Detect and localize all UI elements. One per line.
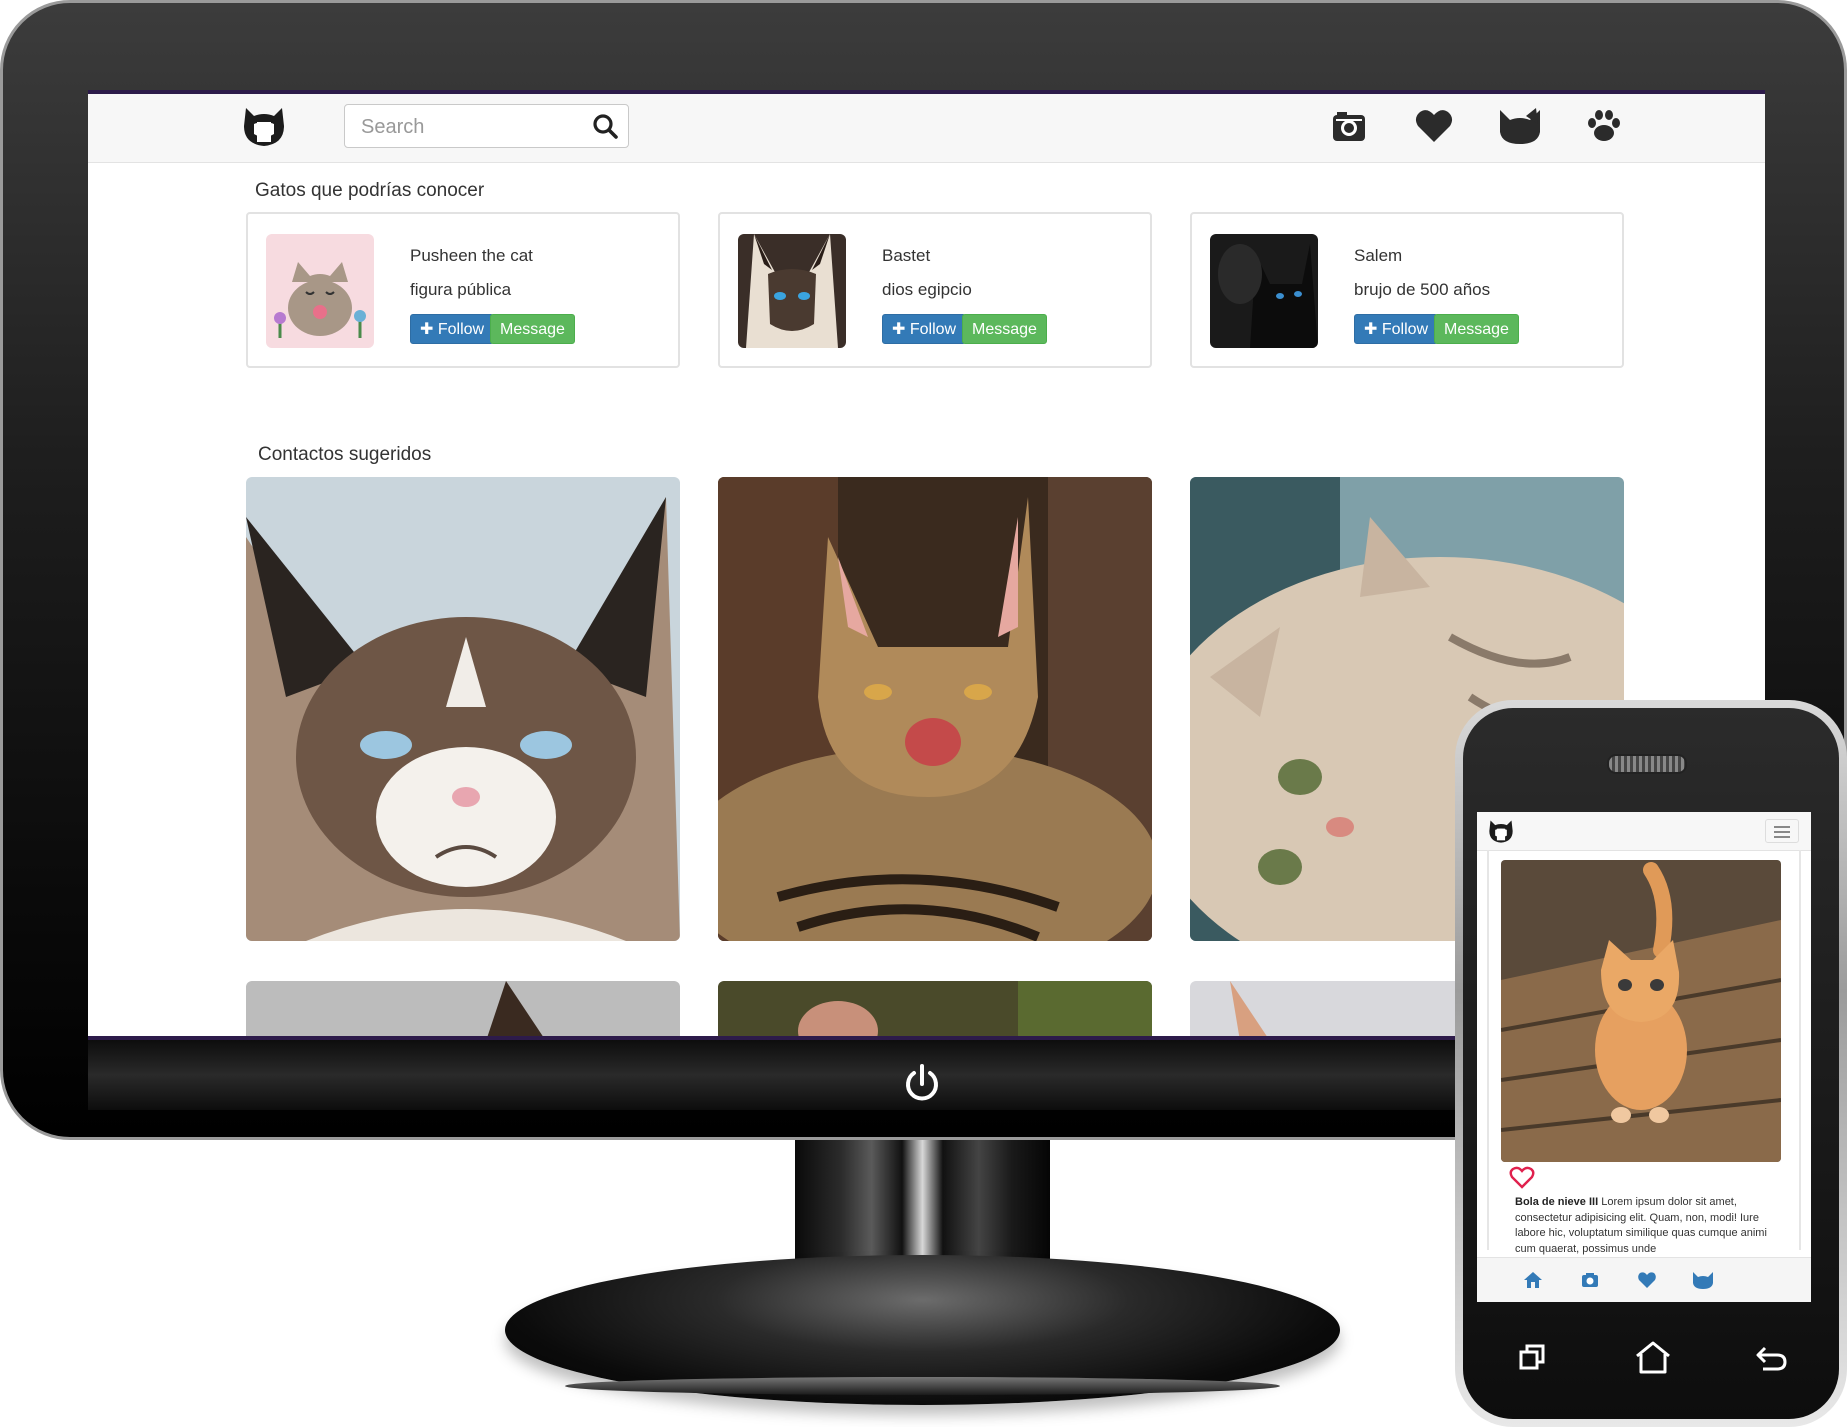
back-icon[interactable] bbox=[1753, 1340, 1789, 1376]
recent-apps-icon[interactable] bbox=[1515, 1340, 1551, 1376]
message-button[interactable]: Message bbox=[1434, 314, 1519, 344]
follow-button[interactable]: ✚ Follow bbox=[410, 314, 495, 344]
suggested-cats-title: Gatos que podrías conocer bbox=[255, 180, 485, 201]
card-name: Salem bbox=[1354, 246, 1403, 265]
card-description: figura pública bbox=[410, 280, 512, 299]
black-cat-image bbox=[1210, 234, 1318, 348]
message-button[interactable]: Message bbox=[962, 314, 1047, 344]
orange-kitten-image bbox=[1501, 860, 1781, 1162]
cat-card-bastet: Bastet dios egipcio ✚ Follow Message bbox=[718, 212, 1152, 368]
pusheen-image bbox=[266, 234, 374, 348]
search-input[interactable] bbox=[359, 105, 583, 149]
tabby-kitten-image bbox=[718, 477, 1152, 941]
phone-speaker bbox=[1607, 754, 1687, 774]
card-description: dios egipcio bbox=[882, 280, 972, 299]
follow-button[interactable]: ✚ Follow bbox=[1354, 314, 1439, 344]
card-name: Pusheen the cat bbox=[410, 246, 533, 265]
search-box bbox=[344, 104, 629, 149]
message-button[interactable]: Message bbox=[490, 314, 575, 344]
phone-screen: Bola de nieve III Lorem ipsum dolor sit … bbox=[1477, 812, 1811, 1302]
post-author: Bola de nieve III bbox=[1515, 1196, 1599, 1208]
card-description: brujo de 500 años bbox=[1354, 280, 1491, 299]
grumpy-cat-image bbox=[246, 477, 680, 941]
hamburger-menu-icon[interactable] bbox=[1765, 819, 1799, 843]
follow-label: Follow bbox=[909, 321, 957, 338]
cat-card-pusheen: Pusheen the cat figura pública ✚ Follow … bbox=[246, 212, 680, 368]
post-card bbox=[1487, 850, 1801, 1250]
follow-label: Follow bbox=[1381, 321, 1429, 338]
cat-head-icon[interactable] bbox=[1496, 106, 1544, 146]
heart-outline-icon[interactable] bbox=[1509, 1166, 1535, 1190]
avatar[interactable] bbox=[738, 234, 846, 348]
camera-icon[interactable] bbox=[1580, 1270, 1600, 1290]
camera-icon[interactable] bbox=[1328, 106, 1370, 146]
heart-icon[interactable] bbox=[1637, 1270, 1657, 1290]
mobile-tab-bar bbox=[1477, 1257, 1811, 1302]
plus-icon: ✚ bbox=[1364, 321, 1382, 338]
home-icon[interactable] bbox=[1523, 1270, 1543, 1290]
post-caption: Bola de nieve III Lorem ipsum dolor sit … bbox=[1515, 1195, 1775, 1257]
heart-icon[interactable] bbox=[1413, 106, 1455, 146]
monitor-stand-base bbox=[505, 1255, 1340, 1405]
cat-logo-icon[interactable] bbox=[1487, 818, 1515, 844]
home-button-icon[interactable] bbox=[1633, 1340, 1673, 1376]
contact-photo-tabby-kitten[interactable] bbox=[718, 477, 1152, 941]
top-navbar bbox=[88, 94, 1765, 163]
cat-head-icon[interactable] bbox=[1691, 1270, 1715, 1290]
cat-photo-partial bbox=[718, 981, 1152, 1036]
cat-card-salem: Salem brujo de 500 años ✚ Follow Message bbox=[1190, 212, 1624, 368]
contact-photo-row2-1[interactable] bbox=[246, 981, 680, 1036]
cat-photo-partial bbox=[246, 981, 680, 1036]
plus-icon: ✚ bbox=[420, 321, 438, 338]
mobile-navbar bbox=[1477, 812, 1811, 851]
contact-photo-row2-2[interactable] bbox=[718, 981, 1152, 1036]
avatar[interactable] bbox=[266, 234, 374, 348]
paw-icon[interactable] bbox=[1583, 106, 1625, 146]
card-name: Bastet bbox=[882, 246, 931, 265]
siamese-cat-image bbox=[738, 234, 846, 348]
avatar[interactable] bbox=[1210, 234, 1318, 348]
post-photo[interactable] bbox=[1501, 860, 1781, 1162]
contact-photo-grumpy-cat[interactable] bbox=[246, 477, 680, 941]
cat-logo-icon[interactable] bbox=[240, 104, 288, 148]
suggested-contacts-title: Contactos sugeridos bbox=[258, 444, 432, 465]
search-icon[interactable] bbox=[592, 113, 618, 139]
plus-icon: ✚ bbox=[892, 321, 910, 338]
smartphone-frame: Bola de nieve III Lorem ipsum dolor sit … bbox=[1455, 700, 1847, 1427]
follow-label: Follow bbox=[437, 321, 485, 338]
power-icon[interactable] bbox=[902, 1062, 942, 1106]
follow-button[interactable]: ✚ Follow bbox=[882, 314, 967, 344]
